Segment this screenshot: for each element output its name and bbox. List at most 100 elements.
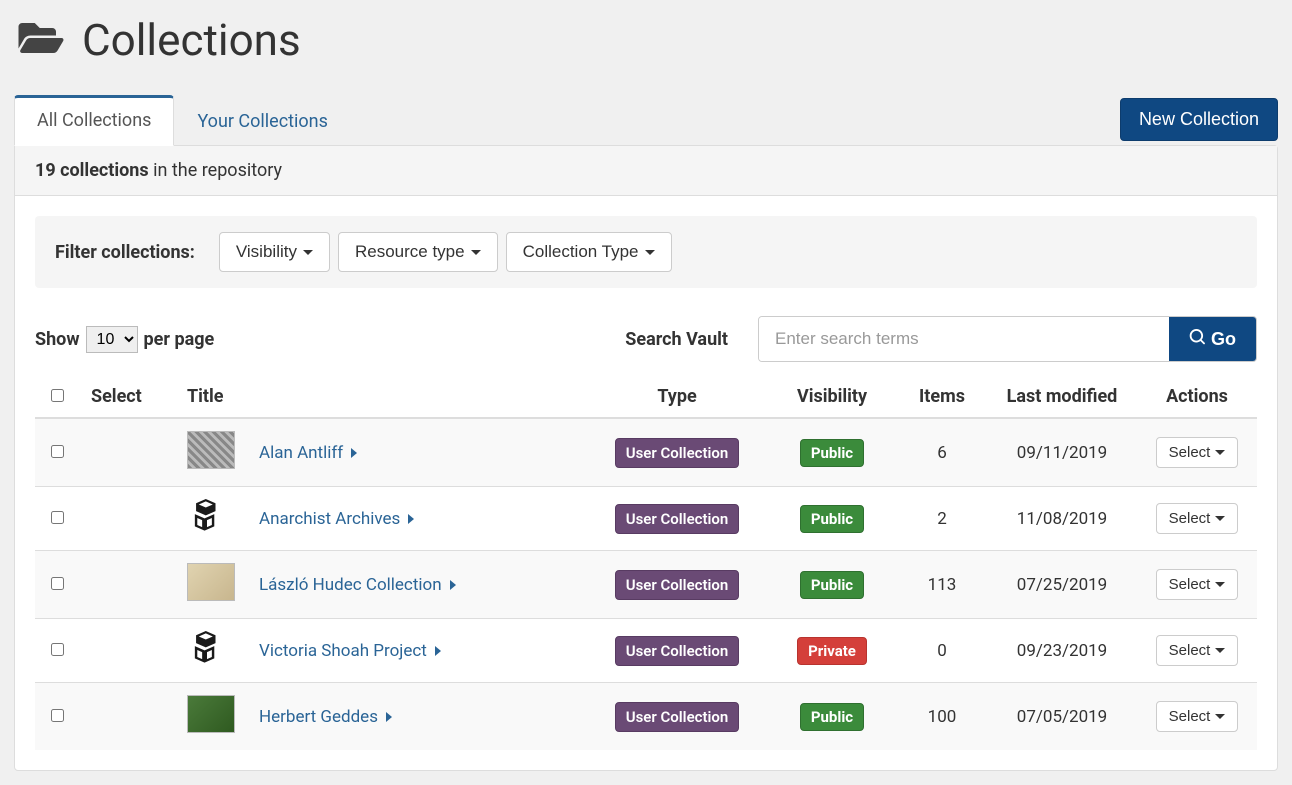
cubes-icon (187, 499, 227, 538)
go-label: Go (1211, 329, 1236, 350)
main-panel: 19 collections in the repository Filter … (14, 145, 1278, 771)
row-actions-button[interactable]: Select (1156, 503, 1239, 534)
chevron-right-icon (450, 580, 456, 590)
chevron-right-icon (386, 712, 392, 722)
filter-resource-type-label: Resource type (355, 242, 465, 262)
per-page-select[interactable]: 10 (86, 326, 138, 353)
th-type: Type (587, 376, 767, 418)
collection-title-link[interactable]: Anarchist Archives (259, 509, 400, 529)
items-count: 100 (897, 683, 987, 751)
search-label: Search Vault (625, 329, 728, 350)
collections-count: 19 collections (35, 160, 149, 181)
panel-heading: 19 collections in the repository (15, 146, 1277, 196)
caret-down-icon (471, 250, 481, 255)
chevron-right-icon (408, 514, 414, 524)
show-per-page: Show 10 per page (35, 326, 214, 353)
visibility-badge: Public (800, 439, 864, 467)
filter-buttons: Visibility Resource type Collection Type (219, 232, 672, 272)
caret-down-icon (303, 250, 313, 255)
table-row: László Hudec Collection User Collection Pu… (35, 551, 1257, 619)
items-count: 6 (897, 418, 987, 487)
tabs: All Collections Your Collections (14, 94, 351, 145)
search-area: Search Vault Go (625, 316, 1257, 362)
collection-title-link[interactable]: Herbert Geddes (259, 707, 378, 727)
row-checkbox[interactable] (51, 577, 64, 590)
cubes-icon (187, 631, 227, 670)
filter-label: Filter collections: (55, 242, 195, 263)
type-badge: User Collection (615, 438, 740, 468)
table-row: Herbert Geddes User Collection Public 10007… (35, 683, 1257, 751)
caret-down-icon (1215, 450, 1225, 455)
caret-down-icon (1215, 714, 1225, 719)
visibility-badge: Public (800, 571, 864, 599)
modified-date: 09/11/2019 (987, 418, 1137, 487)
row-checkbox[interactable] (51, 643, 64, 656)
type-badge: User Collection (615, 570, 740, 600)
collections-count-suffix: in the repository (149, 160, 282, 181)
search-input[interactable] (759, 317, 1169, 361)
row-actions-button[interactable]: Select (1156, 437, 1239, 468)
items-count: 113 (897, 551, 987, 619)
filter-visibility-label: Visibility (236, 242, 297, 262)
thumbnail-image (187, 431, 235, 469)
table-row: Alan Antliff User Collection Public 609/11/… (35, 418, 1257, 487)
filter-collection-type-button[interactable]: Collection Type (506, 232, 672, 272)
filter-visibility-button[interactable]: Visibility (219, 232, 330, 272)
collection-title-link[interactable]: Victoria Shoah Project (259, 641, 427, 661)
row-checkbox[interactable] (51, 709, 64, 722)
row-actions-button[interactable]: Select (1156, 701, 1239, 732)
row-actions-button[interactable]: Select (1156, 569, 1239, 600)
th-title: Title (175, 376, 587, 418)
th-visibility: Visibility (767, 376, 897, 418)
page-container: Collections All Collections Your Collect… (0, 0, 1292, 785)
table-row: Victoria Shoah Project User Collection Pri… (35, 619, 1257, 683)
tab-your-collections[interactable]: Your Collections (174, 96, 350, 146)
type-badge: User Collection (615, 702, 740, 732)
tabs-row: All Collections Your Collections New Col… (14, 94, 1278, 145)
search-icon (1189, 329, 1205, 350)
filter-bar: Filter collections: Visibility Resource … (35, 216, 1257, 288)
search-input-group: Go (758, 316, 1257, 362)
folder-open-icon (18, 18, 64, 62)
type-badge: User Collection (615, 636, 740, 666)
filter-collection-type-label: Collection Type (523, 242, 639, 262)
thumbnail-image (187, 695, 235, 733)
show-suffix: per page (144, 329, 215, 350)
new-collection-button[interactable]: New Collection (1120, 98, 1278, 141)
visibility-badge: Private (797, 637, 867, 665)
page-header: Collections (18, 14, 1278, 66)
modified-date: 07/25/2019 (987, 551, 1137, 619)
modified-date: 11/08/2019 (987, 487, 1137, 551)
chevron-right-icon (351, 448, 357, 458)
collection-title-link[interactable]: László Hudec Collection (259, 575, 442, 595)
select-all-checkbox[interactable] (51, 389, 64, 402)
visibility-badge: Public (800, 703, 864, 731)
page-title: Collections (82, 14, 301, 66)
row-checkbox[interactable] (51, 445, 64, 458)
items-count: 2 (897, 487, 987, 551)
collections-table: Select Title Type Visibility Items Last … (35, 376, 1257, 750)
visibility-badge: Public (800, 505, 864, 533)
row-actions-button[interactable]: Select (1156, 635, 1239, 666)
items-count: 0 (897, 619, 987, 683)
caret-down-icon (1215, 516, 1225, 521)
th-modified: Last modified (987, 376, 1137, 418)
chevron-right-icon (435, 646, 441, 656)
filter-resource-type-button[interactable]: Resource type (338, 232, 498, 272)
th-actions: Actions (1137, 376, 1257, 418)
caret-down-icon (1215, 648, 1225, 653)
modified-date: 07/05/2019 (987, 683, 1137, 751)
toolbar-row: Show 10 per page Search Vault (35, 316, 1257, 362)
row-checkbox[interactable] (51, 511, 64, 524)
modified-date: 09/23/2019 (987, 619, 1137, 683)
thumbnail-image (187, 563, 235, 601)
caret-down-icon (645, 250, 655, 255)
collection-title-link[interactable]: Alan Antliff (259, 443, 343, 463)
tab-all-collections[interactable]: All Collections (14, 95, 174, 146)
search-go-button[interactable]: Go (1169, 317, 1256, 361)
type-badge: User Collection (615, 504, 740, 534)
caret-down-icon (1215, 582, 1225, 587)
table-row: Anarchist Archives User Collection Public 2… (35, 487, 1257, 551)
th-items: Items (897, 376, 987, 418)
show-prefix: Show (35, 329, 80, 350)
